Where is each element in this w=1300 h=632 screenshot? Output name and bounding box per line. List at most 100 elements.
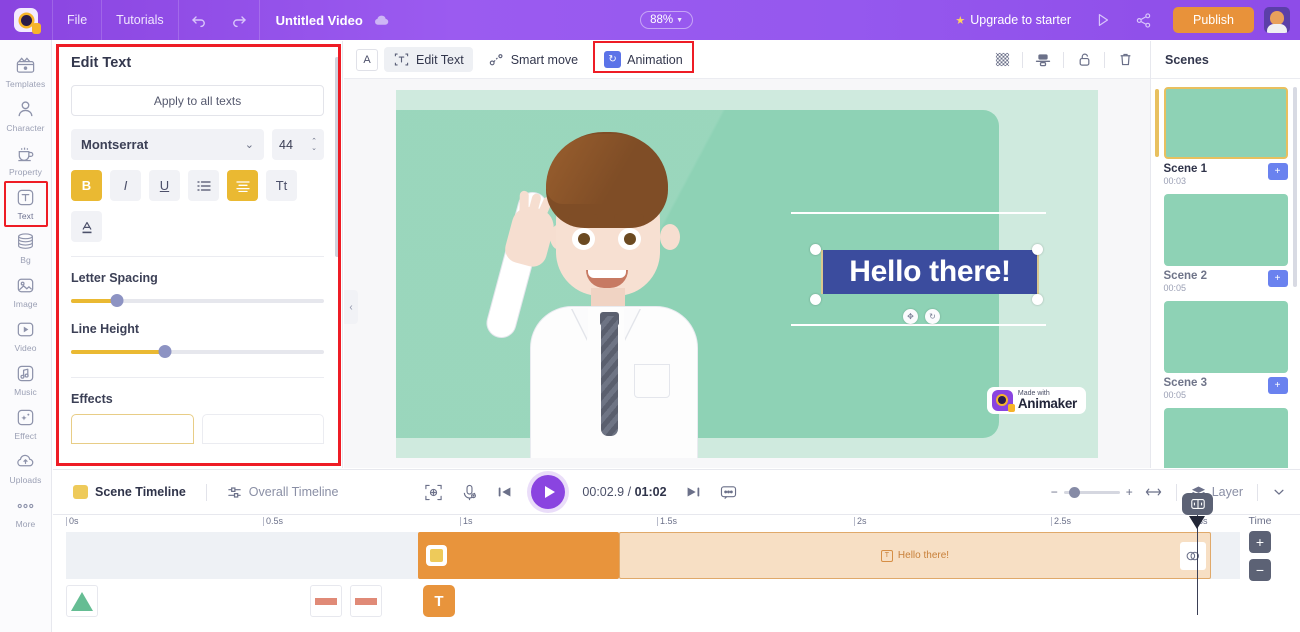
- resize-handle-br[interactable]: [1032, 293, 1043, 305]
- font-family-select[interactable]: Montserrat ⌄: [71, 129, 264, 160]
- zoom-out-button[interactable]: −: [1051, 485, 1058, 499]
- video-canvas[interactable]: Hello there! ✥ ↻ Made with Animaker: [396, 89, 1098, 458]
- edit-text-button[interactable]: Edit Text: [384, 47, 473, 72]
- scene-item[interactable]: Scene 2 00:05 +: [1163, 194, 1288, 293]
- undo-icon[interactable]: [179, 0, 219, 40]
- increase-time-button[interactable]: +: [1249, 531, 1271, 553]
- zoom-in-button[interactable]: +: [1126, 485, 1133, 499]
- chevron-down-icon[interactable]: [1272, 485, 1286, 499]
- timeline-object-text[interactable]: T: [423, 585, 455, 617]
- font-tool-button[interactable]: A: [356, 48, 378, 71]
- user-avatar[interactable]: [1264, 7, 1290, 33]
- character-hair-highlight: [546, 133, 668, 204]
- add-scene-button[interactable]: +: [1267, 270, 1288, 287]
- scene-thumbnail[interactable]: [1163, 301, 1288, 373]
- sidebar-item-video[interactable]: Video: [0, 312, 52, 356]
- menu-tutorials[interactable]: Tutorials: [102, 0, 177, 40]
- tab-overall-timeline[interactable]: Overall Timeline: [227, 485, 338, 500]
- menu-file[interactable]: File: [53, 0, 101, 40]
- sidebar-item-templates[interactable]: Templates: [0, 48, 52, 92]
- share-icon[interactable]: [1123, 0, 1163, 40]
- upgrade-button[interactable]: ★ Upgrade to starter: [943, 13, 1083, 27]
- smart-move-button[interactable]: Smart move: [479, 47, 587, 72]
- resize-handle-tr[interactable]: [1032, 243, 1043, 255]
- zoom-level-selector[interactable]: 88% ▼: [640, 11, 694, 29]
- previous-scene-icon[interactable]: [496, 483, 514, 501]
- publish-button[interactable]: Publish: [1173, 7, 1254, 33]
- character-illustration[interactable]: [483, 128, 734, 458]
- sidebar-item-image[interactable]: Image: [0, 268, 52, 312]
- timeline-clip-scene[interactable]: [418, 532, 619, 579]
- sidebar-item-music[interactable]: Music: [0, 356, 52, 400]
- move-handle-icon[interactable]: ✥: [903, 308, 918, 324]
- canvas-text-object[interactable]: Hello there!: [821, 249, 1039, 294]
- fit-width-icon[interactable]: [1145, 485, 1162, 499]
- add-scene-button[interactable]: +: [1267, 377, 1288, 394]
- playhead-handle[interactable]: [1182, 493, 1213, 515]
- character-tie: [601, 315, 618, 436]
- align-button[interactable]: [227, 170, 258, 201]
- italic-button[interactable]: I: [110, 170, 141, 201]
- sidebar-item-bg[interactable]: Bg: [0, 224, 52, 268]
- slider-knob[interactable]: [158, 345, 172, 358]
- text-case-button[interactable]: Tt: [266, 170, 297, 201]
- slider-knob[interactable]: [110, 294, 124, 307]
- transparency-icon[interactable]: [989, 47, 1015, 73]
- rotate-handle-icon[interactable]: ↻: [925, 308, 940, 324]
- underline-button[interactable]: U: [149, 170, 180, 201]
- align-icon[interactable]: [1030, 47, 1056, 73]
- font-color-button[interactable]: [71, 211, 102, 242]
- panel-scrollbar[interactable]: [335, 57, 339, 257]
- effect-card-1[interactable]: [71, 414, 194, 444]
- scenes-scrollbar[interactable]: [1293, 87, 1297, 287]
- timeline-object-line-1[interactable]: [310, 585, 342, 617]
- resize-handle-bl[interactable]: [810, 293, 821, 305]
- zoom-track[interactable]: [1063, 486, 1120, 498]
- decrease-time-button[interactable]: −: [1249, 559, 1271, 581]
- scene-thumbnail[interactable]: [1163, 408, 1288, 468]
- timeline-clip-text[interactable]: T Hello there!: [619, 532, 1211, 579]
- sidebar-item-text[interactable]: Text: [0, 180, 52, 227]
- timeline-zoom-slider[interactable]: − +: [1051, 485, 1133, 499]
- scene-thumbnail[interactable]: [1163, 194, 1288, 266]
- collapse-panel-button[interactable]: ‹: [344, 290, 358, 324]
- resize-handle-tl[interactable]: [810, 243, 821, 255]
- apply-to-all-texts-button[interactable]: Apply to all texts: [71, 85, 324, 116]
- animation-button[interactable]: ↻ Animation: [595, 47, 692, 72]
- scene-thumbnail[interactable]: [1163, 87, 1288, 159]
- scene-item[interactable]: [1163, 408, 1288, 468]
- effect-card-2[interactable]: [201, 414, 324, 444]
- line-height-slider[interactable]: [71, 345, 324, 359]
- timeline-object-line-2[interactable]: [350, 585, 382, 617]
- divider: [1063, 51, 1064, 68]
- project-title[interactable]: Untitled Video: [260, 13, 373, 28]
- unlock-icon[interactable]: [1071, 47, 1097, 73]
- sidebar-item-more[interactable]: More: [0, 488, 52, 532]
- next-scene-icon[interactable]: [684, 483, 702, 501]
- delete-icon[interactable]: [1112, 47, 1138, 73]
- font-size-stepper[interactable]: 44 ⌃ ⌄: [272, 129, 324, 160]
- add-scene-button[interactable]: +: [1267, 163, 1288, 180]
- bold-button[interactable]: B: [71, 170, 102, 201]
- record-voice-icon[interactable]: [460, 483, 479, 502]
- timeline-ruler[interactable]: 0s 0.5s 1s 1.5s 2s 2.5s 3s: [66, 515, 1300, 532]
- sidebar-item-effect[interactable]: Effect: [0, 400, 52, 444]
- clip-transition-button[interactable]: [1180, 542, 1206, 570]
- subtitle-icon[interactable]: [719, 483, 738, 502]
- timeline-object-shape[interactable]: [66, 585, 98, 617]
- sidebar-item-property[interactable]: Property: [0, 136, 52, 180]
- app-logo[interactable]: [0, 0, 52, 40]
- scene-item[interactable]: Scene 1 00:03 +: [1154, 87, 1288, 186]
- list-button[interactable]: [188, 170, 219, 201]
- play-button[interactable]: [531, 475, 566, 509]
- tab-scene-timeline[interactable]: Scene Timeline: [73, 485, 186, 499]
- playhead[interactable]: [1182, 493, 1213, 615]
- letter-spacing-slider[interactable]: [71, 294, 324, 308]
- sidebar-item-uploads[interactable]: Uploads: [0, 444, 52, 488]
- sidebar-item-character[interactable]: Character: [0, 92, 52, 136]
- zoom-knob[interactable]: [1068, 486, 1080, 498]
- scene-item[interactable]: Scene 3 00:05 +: [1163, 301, 1288, 400]
- redo-icon[interactable]: [219, 0, 259, 40]
- fit-to-screen-icon[interactable]: [424, 483, 443, 502]
- preview-icon[interactable]: [1083, 0, 1123, 40]
